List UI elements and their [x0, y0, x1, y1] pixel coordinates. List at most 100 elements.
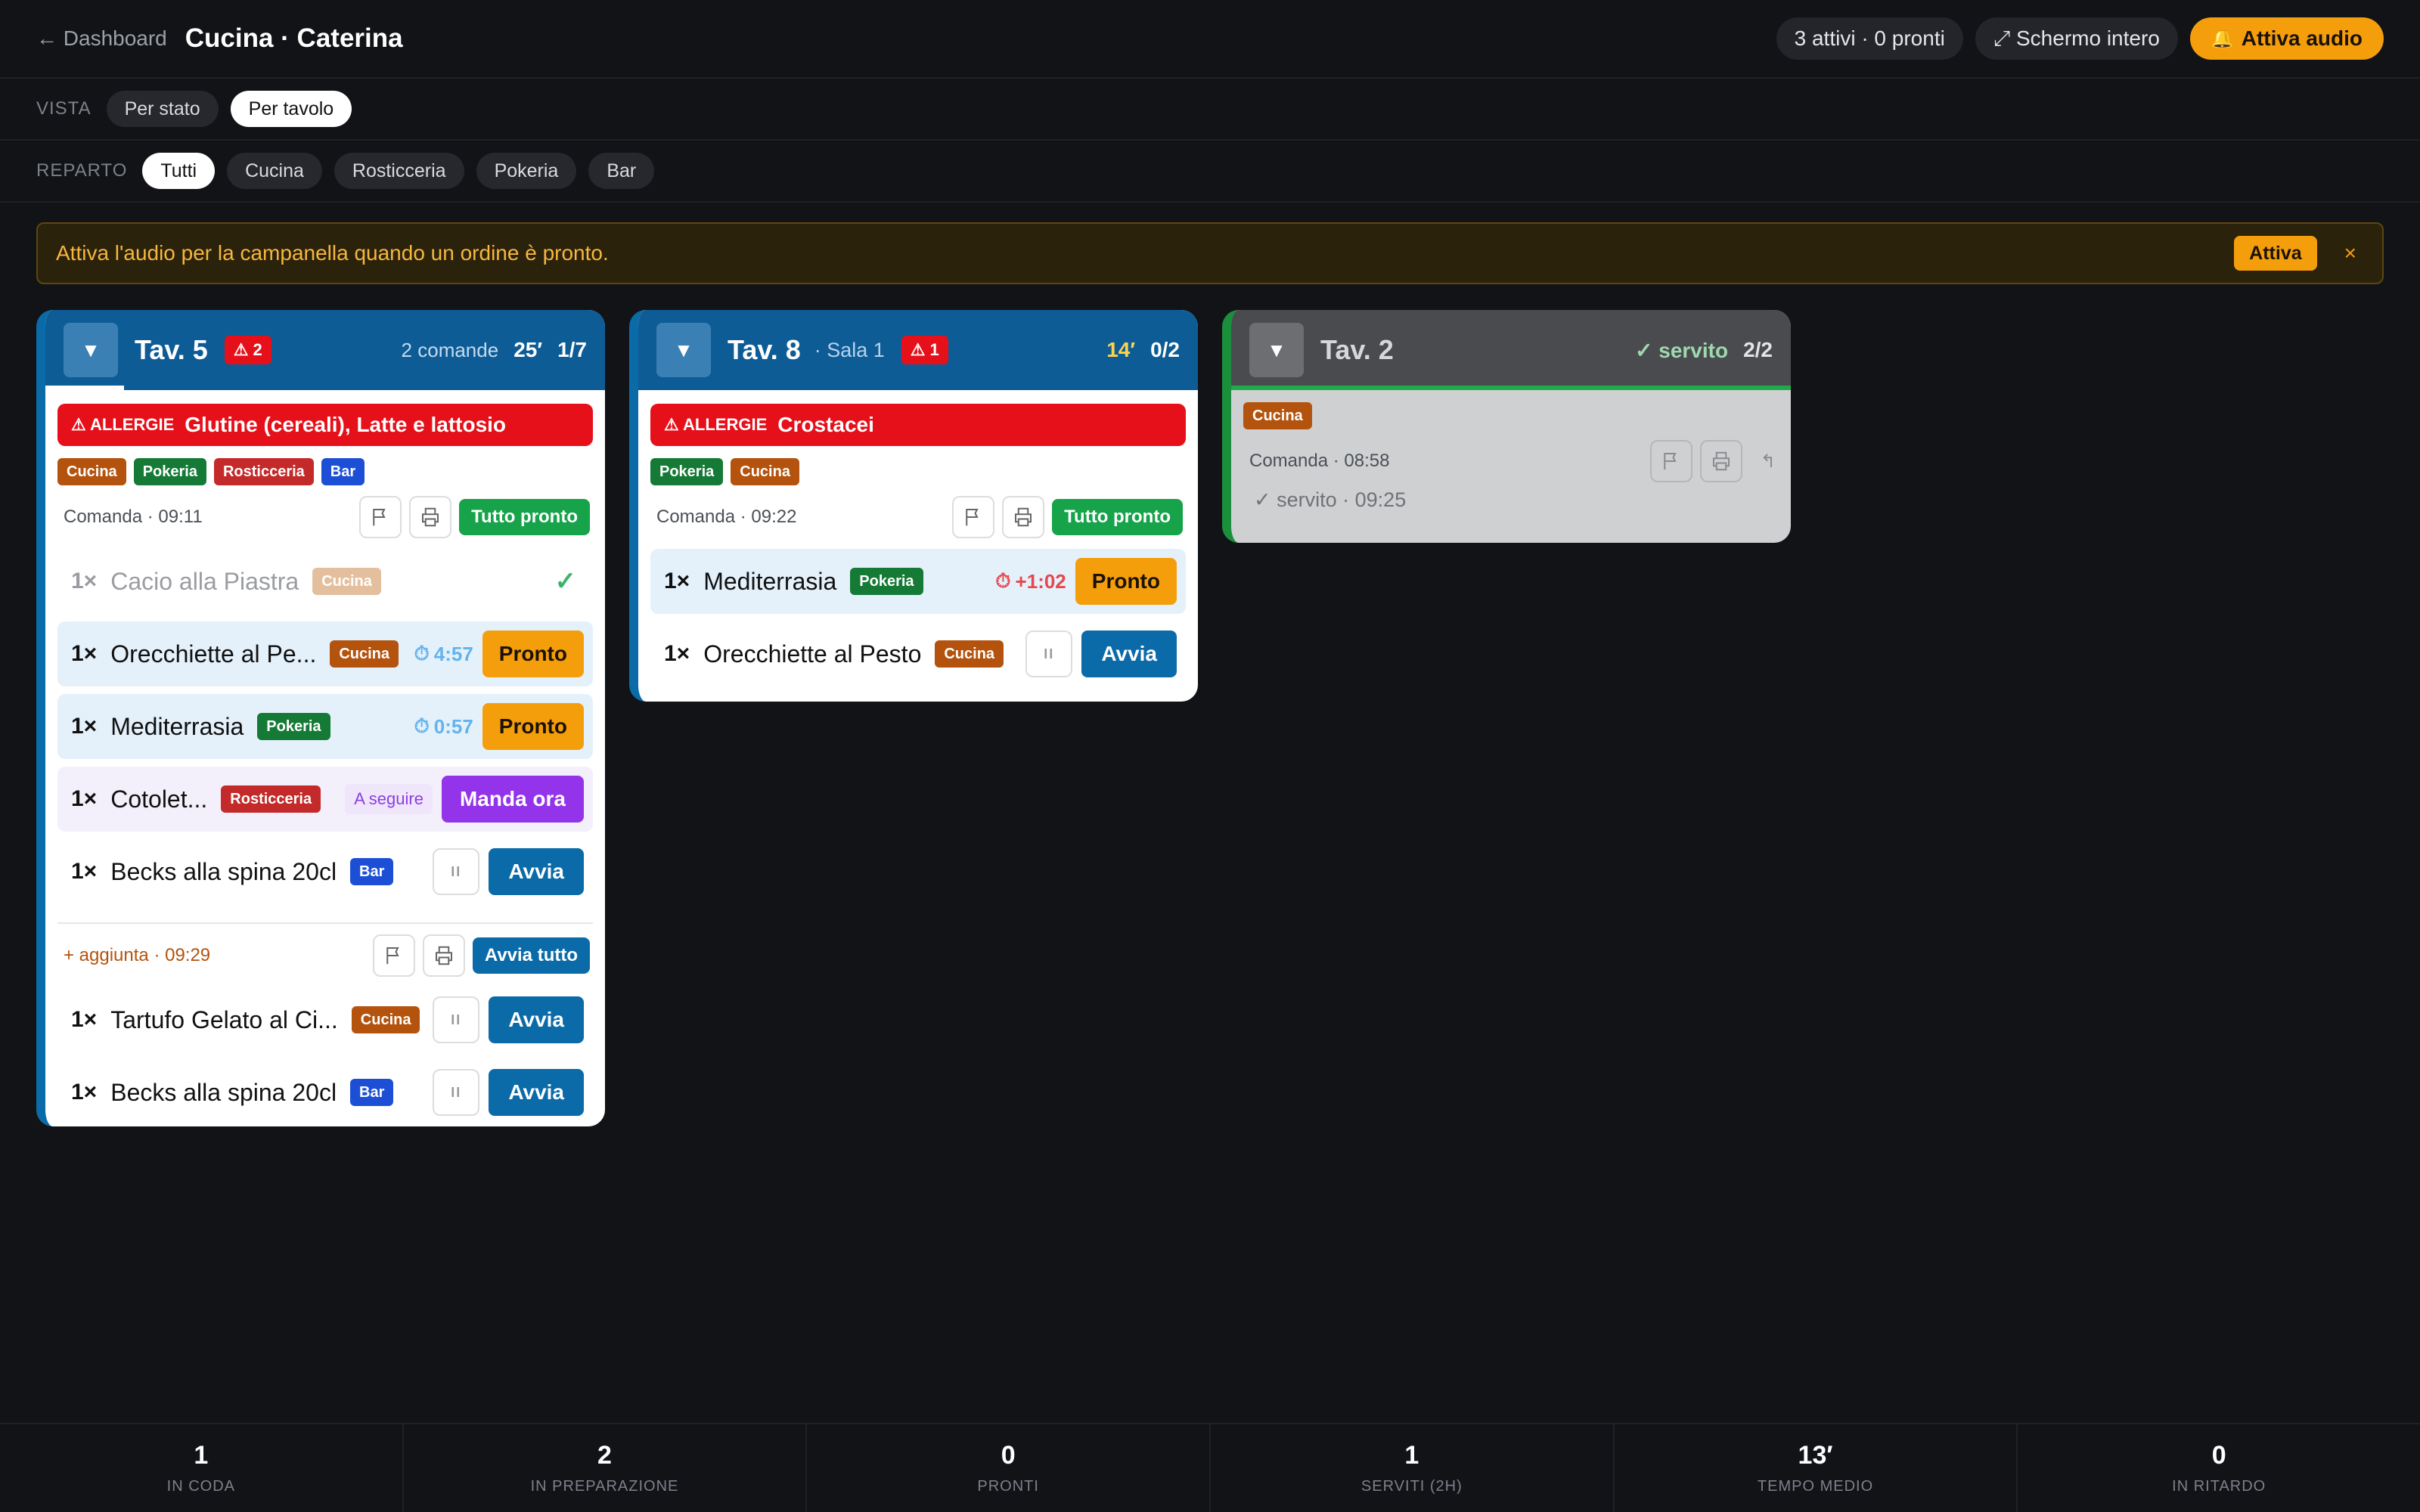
order-item: 1× Orecchiette al Pesto Cucina II Avvia	[650, 621, 1186, 686]
served-line: ✓ servito · 09:25	[1254, 488, 1407, 511]
chevron-down-icon: ▼	[674, 338, 693, 361]
item-name: Orecchiette al Pe...	[110, 640, 317, 668]
stat-late: 0 IN RITARDO	[2018, 1424, 2420, 1512]
all-ready-button[interactable]: Tutto pronto	[459, 499, 590, 535]
fullscreen-button[interactable]: ⤢ Schermo intero	[1975, 17, 2178, 60]
stat-label: IN RITARDO	[2172, 1478, 2266, 1495]
pause-icon[interactable]: II	[433, 1069, 480, 1116]
item-actions: II Avvia	[1025, 631, 1177, 677]
order-item: 1× Mediterrasia Pokeria ⏱ +1:02 Pronto	[650, 549, 1186, 614]
item-actions: II Avvia	[433, 1069, 584, 1116]
dept-chip-cucina[interactable]: Cucina	[227, 153, 322, 189]
pause-icon[interactable]: II	[433, 996, 480, 1043]
item-qty: 1×	[664, 569, 690, 593]
view-filter: VISTA Per stato Per tavolo	[0, 79, 2420, 141]
all-ready-button[interactable]: Tutto pronto	[1052, 499, 1183, 535]
stat-avg-time: 13′ TEMPO MEDIO	[1615, 1424, 2018, 1512]
table-card-8: ▼ Tav. 8 · Sala 1 ⚠ 1 14′ 0/2 ⚠ ALLERGIE …	[629, 310, 1198, 702]
print-icon[interactable]	[422, 934, 465, 977]
collapse-button[interactable]: ▼	[656, 323, 711, 377]
audio-banner-enable-button[interactable]: Attiva	[2234, 236, 2317, 271]
close-icon[interactable]: ×	[2344, 241, 2356, 265]
stat-label: SERVITI (2H)	[1360, 1478, 1463, 1495]
undo-icon[interactable]: ↰	[1761, 451, 1776, 472]
ready-button[interactable]: Pronto	[482, 631, 584, 677]
start-all-button[interactable]: Avvia tutto	[472, 937, 590, 974]
start-button[interactable]: Avvia	[1081, 631, 1177, 677]
item-name: Cotolet...	[110, 785, 208, 813]
item-actions: ⏱ 4:57 Pronto	[414, 631, 584, 677]
item-dept-tag: Bar	[350, 858, 394, 885]
view-chip-stato[interactable]: Per stato	[106, 91, 219, 127]
order-item: 1× Tartufo Gelato al Ci... Cucina II Avv…	[57, 987, 593, 1052]
collapse-button[interactable]: ▼	[64, 323, 118, 377]
dept-chip-bar[interactable]: Bar	[588, 153, 655, 189]
table-meta: ✓ servito 2/2	[1635, 338, 1773, 363]
item-name: Mediterrasia	[110, 712, 244, 740]
pause-icon[interactable]: II	[433, 848, 480, 895]
progress-bar	[1231, 386, 1791, 390]
view-chip-tavolo[interactable]: Per tavolo	[230, 91, 352, 127]
command-header: Comanda · 08:58 ↰	[1249, 437, 1776, 485]
item-name: Mediterrasia	[703, 567, 837, 595]
start-button[interactable]: Avvia	[489, 1069, 584, 1116]
dept-tag: Cucina	[731, 458, 799, 485]
item-dept-tag: Cucina	[935, 640, 1004, 668]
item-name: Becks alla spina 20cl	[110, 1078, 337, 1106]
ready-button[interactable]: Pronto	[1075, 558, 1177, 605]
allergy-label: ⚠ ALLERGIE	[71, 415, 175, 434]
warning-icon: ⚠	[910, 340, 926, 359]
status-counter: 3 attivi · 0 pronti	[1776, 17, 1963, 60]
stats-footer: 1 IN CODA 2 IN PREPARAZIONE 0 PRONTI 1 SERVI…	[0, 1423, 2420, 1512]
audio-button[interactable]: 🔔 Attiva audio	[2189, 17, 2384, 60]
served-status: ✓ servito	[1635, 338, 1729, 362]
dept-tag: Pokeria	[133, 458, 206, 485]
chevron-down-icon: ▼	[81, 338, 101, 361]
item-actions: A seguire Manda ora	[345, 776, 584, 823]
dept-tag: Cucina	[1243, 402, 1312, 429]
command-actions: ↰	[1649, 440, 1776, 482]
start-button[interactable]: Avvia	[489, 996, 584, 1043]
send-now-button[interactable]: Manda ora	[441, 776, 584, 823]
follow-badge: A seguire	[345, 784, 433, 814]
print-icon[interactable]	[1699, 440, 1742, 482]
bell-icon: 🔔	[2211, 28, 2234, 49]
flag-icon[interactable]	[372, 934, 415, 977]
ready-button[interactable]: Pronto	[482, 703, 584, 750]
print-icon[interactable]	[409, 496, 452, 538]
alert-count: 2	[253, 340, 262, 359]
command-header: Comanda · 09:22 Tutto pronto	[656, 493, 1183, 541]
start-button[interactable]: Avvia	[489, 848, 584, 895]
table-meta: 14′ 0/2	[1106, 338, 1180, 362]
alert-badge: ⚠ 2	[224, 336, 271, 364]
pause-icon[interactable]: II	[1025, 631, 1073, 677]
collapse-button[interactable]: ▼	[1249, 323, 1304, 377]
print-icon[interactable]	[1002, 496, 1045, 538]
flag-icon[interactable]	[359, 496, 402, 538]
ready-count: 0/2	[1150, 338, 1180, 361]
item-qty: 1×	[71, 641, 98, 666]
dept-chip-rosticceria[interactable]: Rosticceria	[334, 153, 464, 189]
table-card-header: ▼ Tav. 2 ✓ servito 2/2	[1231, 310, 1791, 390]
stat-label: IN CODA	[166, 1478, 235, 1495]
dept-tag: Rosticceria	[213, 458, 314, 485]
view-filter-label: VISTA	[36, 98, 92, 119]
dept-tags: Cucina Pokeria Rosticceria Bar	[57, 458, 593, 485]
dept-tag: Bar	[321, 458, 365, 485]
flag-icon[interactable]	[1649, 440, 1692, 482]
dept-chip-tutti[interactable]: Tutti	[142, 153, 216, 189]
order-item: 1× Becks alla spina 20cl Bar II Avvia	[57, 839, 593, 904]
alert-badge: ⚠ 1	[901, 336, 948, 364]
alert-count: 1	[929, 340, 939, 359]
dept-tags: Cucina	[1243, 402, 1779, 429]
allergy-value: Glutine (cereali), Latte e lattosio	[185, 413, 507, 436]
table-name: Tav. 5	[135, 334, 208, 365]
stat-label: PRONTI	[977, 1478, 1039, 1495]
dept-chip-pokeria[interactable]: Pokeria	[476, 153, 577, 189]
item-qty: 1×	[71, 1080, 98, 1105]
back-link[interactable]: ← Dashboard	[36, 26, 167, 51]
dept-filter: REPARTO Tutti Cucina Rosticceria Pokeria…	[0, 141, 2420, 203]
flag-icon[interactable]	[952, 496, 995, 538]
item-actions: II Avvia	[433, 848, 584, 895]
ready-count: 1/7	[557, 338, 587, 361]
